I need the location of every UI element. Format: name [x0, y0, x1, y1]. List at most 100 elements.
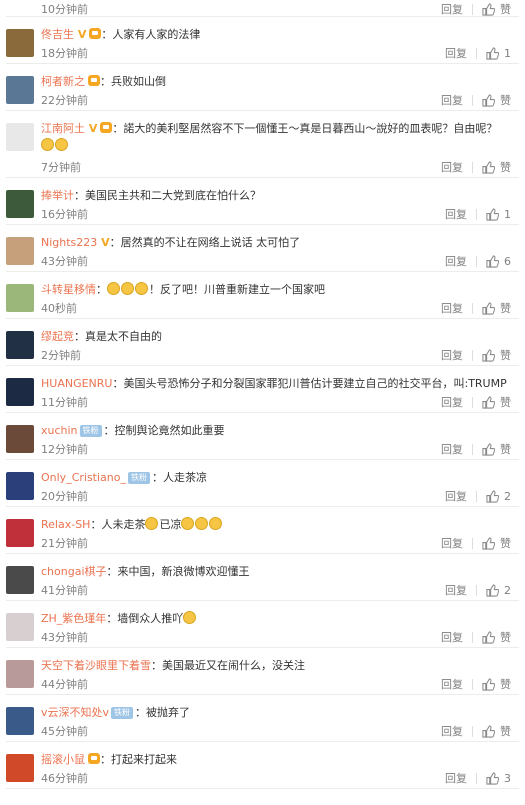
avatar[interactable]	[6, 425, 34, 453]
username-link[interactable]: Only_Cristiano_	[41, 471, 126, 484]
verified-icon: V	[74, 28, 87, 41]
avatar[interactable]	[6, 754, 34, 782]
username-link[interactable]: HUANGENRU	[41, 377, 112, 390]
like-count[interactable]: 赞	[500, 629, 511, 645]
username-link[interactable]: xuchin	[41, 424, 78, 437]
thumbs-up-icon[interactable]	[486, 254, 499, 268]
like-count[interactable]: 2	[504, 584, 511, 597]
reply-button[interactable]: 回复	[445, 488, 467, 504]
like-count[interactable]: 3	[504, 772, 511, 785]
thumbs-up-icon[interactable]	[482, 301, 495, 315]
username-link[interactable]: 天空下着沙眼里下着雪	[41, 659, 151, 672]
reply-button[interactable]: 回复	[441, 441, 463, 457]
reply-button[interactable]: 回复	[441, 723, 463, 739]
reply-button[interactable]: 回复	[441, 676, 463, 692]
thumbs-up-icon[interactable]	[486, 207, 499, 221]
thumbs-up-icon[interactable]	[482, 348, 495, 362]
comment-time: 41分钟前	[41, 584, 88, 597]
username-link[interactable]: 佟吉生	[41, 28, 74, 41]
thumbs-up-icon[interactable]	[482, 677, 495, 691]
comment-actions: 回复 1	[445, 206, 511, 222]
reply-button[interactable]: 回复	[441, 394, 463, 410]
like-count[interactable]: 赞	[500, 347, 511, 363]
reply-button[interactable]: 回复	[441, 535, 463, 551]
reply-button[interactable]: 回复	[441, 629, 463, 645]
emoji-icon	[209, 517, 223, 530]
avatar[interactable]	[6, 566, 34, 594]
thumbs-up-icon[interactable]	[482, 395, 495, 409]
avatar[interactable]	[6, 472, 34, 500]
like-count[interactable]: 赞	[500, 300, 511, 316]
like-count[interactable]: 赞	[500, 92, 511, 108]
like-count[interactable]: 赞	[500, 535, 511, 551]
thumbs-up-icon[interactable]	[482, 724, 495, 738]
avatar[interactable]	[6, 613, 34, 641]
reply-button[interactable]: 回复	[441, 1, 463, 17]
like-count[interactable]: 赞	[500, 441, 511, 457]
reply-button[interactable]: 回复	[445, 770, 467, 786]
thumbs-up-icon[interactable]	[482, 2, 495, 16]
like-count[interactable]: 6	[504, 255, 511, 268]
reply-button[interactable]: 回复	[445, 253, 467, 269]
comment-body: 摇滚小鼠 ：打起来打起来	[41, 751, 515, 768]
fan-badge: 铁粉	[111, 707, 134, 719]
reply-button[interactable]: 回复	[445, 45, 467, 61]
thumbs-up-icon[interactable]	[482, 442, 495, 456]
divider	[476, 584, 477, 596]
username-link[interactable]: 斗转星移情	[41, 283, 96, 296]
divider	[472, 443, 473, 455]
reply-button[interactable]: 回复	[441, 347, 463, 363]
username-link[interactable]: ZH_紫色瑾年	[41, 612, 106, 625]
reply-button[interactable]: 回复	[441, 159, 463, 175]
avatar[interactable]	[6, 123, 34, 151]
thumbs-up-icon[interactable]	[482, 160, 495, 174]
thumbs-up-icon[interactable]	[482, 630, 495, 644]
thumbs-up-icon[interactable]	[482, 536, 495, 550]
avatar[interactable]	[6, 660, 34, 688]
comment-actions: 回复 赞	[441, 347, 511, 363]
avatar[interactable]	[6, 707, 34, 735]
comment-item: Only_Cristiano_ 铁粉 ：人走茶凉 20分钟前 回复 2	[0, 460, 525, 507]
reply-button[interactable]: 回复	[445, 206, 467, 222]
username-link[interactable]: 江南阿土	[41, 122, 85, 135]
comment-body: ZH_紫色瑾年：墙倒众人推吖	[41, 610, 515, 627]
like-count[interactable]: 1	[504, 47, 511, 60]
username-link[interactable]: Nights223	[41, 236, 97, 249]
like-count[interactable]: 赞	[500, 394, 511, 410]
avatar[interactable]	[6, 519, 34, 547]
like-count[interactable]: 赞	[500, 723, 511, 739]
username-link[interactable]: 缪起竞	[41, 330, 74, 343]
username-link[interactable]: v云深不知处v	[41, 706, 109, 719]
avatar[interactable]	[6, 237, 34, 265]
avatar[interactable]	[6, 190, 34, 218]
username-link[interactable]: 捧举计	[41, 189, 74, 202]
like-count[interactable]: 赞	[500, 1, 511, 17]
thumbs-up-icon[interactable]	[486, 771, 499, 785]
comment-text: ：美国最近又在闹什么，没关注	[151, 659, 305, 672]
avatar[interactable]	[6, 29, 34, 57]
reply-button[interactable]: 回复	[445, 582, 467, 598]
member-crown-icon	[89, 28, 102, 39]
comment-text: ！反了吧！川普重新建立一个国家吧	[149, 283, 325, 296]
like-count[interactable]: 2	[504, 490, 511, 503]
comment-item: 捧举计：美国民主共和二大党到底在怕什么？ 16分钟前 回复 1	[0, 178, 525, 225]
reply-button[interactable]: 回复	[441, 300, 463, 316]
username-link[interactable]: Relax-SH	[41, 518, 90, 531]
comment-body: Relax-SH：人未走茶 已凉	[41, 516, 515, 533]
thumbs-up-icon[interactable]	[482, 93, 495, 107]
like-count[interactable]: 赞	[500, 676, 511, 692]
like-count[interactable]: 赞	[500, 159, 511, 175]
username-link[interactable]: 柯者新之	[41, 75, 85, 88]
avatar[interactable]	[6, 378, 34, 406]
thumbs-up-icon[interactable]	[486, 583, 499, 597]
avatar[interactable]	[6, 76, 34, 104]
thumbs-up-icon[interactable]	[486, 46, 499, 60]
avatar[interactable]	[6, 331, 34, 359]
reply-button[interactable]: 回复	[441, 92, 463, 108]
like-count[interactable]: 1	[504, 208, 511, 221]
comment-item: 摇滚小鼠 ：打起来打起来 46分钟前 回复 3	[0, 742, 525, 789]
thumbs-up-icon[interactable]	[486, 489, 499, 503]
username-link[interactable]: chongai棋子	[41, 565, 107, 578]
username-link[interactable]: 摇滚小鼠	[41, 753, 85, 766]
avatar[interactable]	[6, 284, 34, 312]
